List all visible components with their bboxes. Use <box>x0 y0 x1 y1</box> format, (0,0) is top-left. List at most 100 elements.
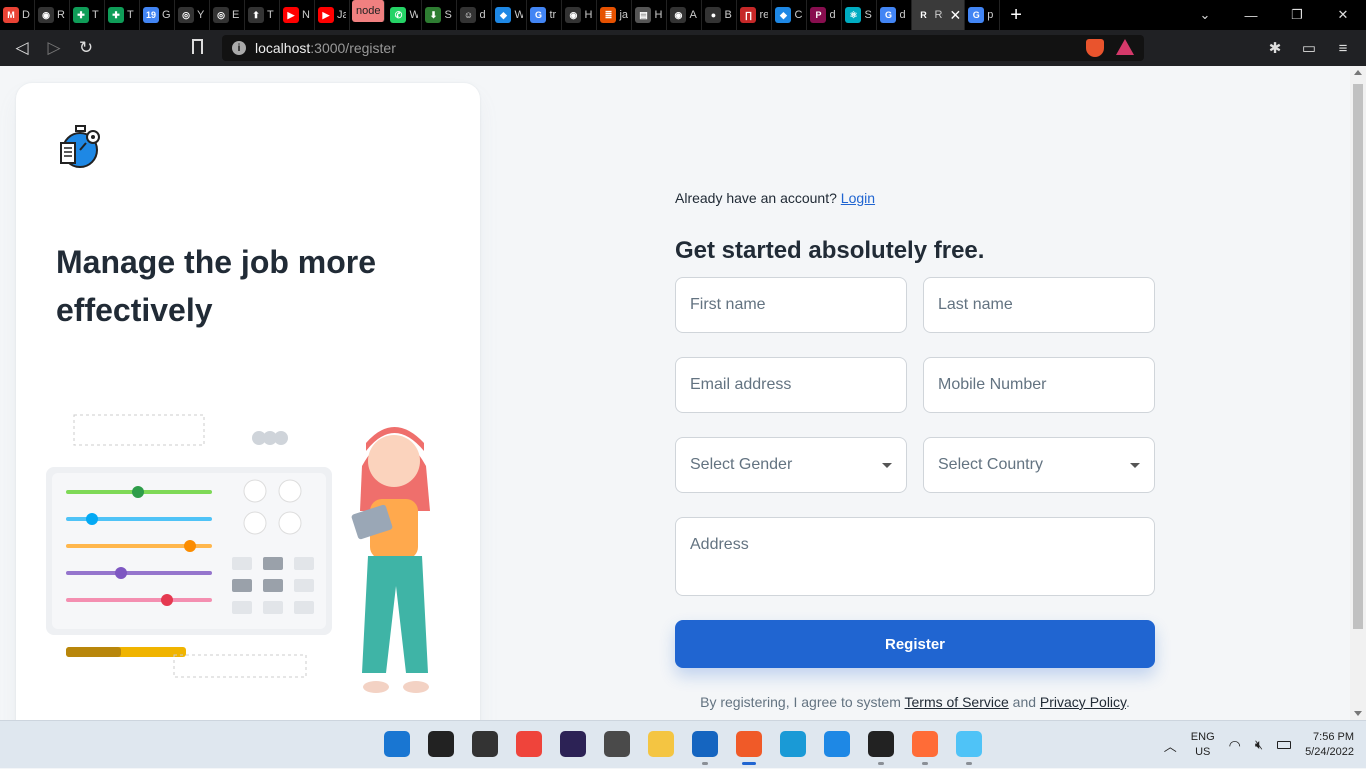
hero-illustration <box>46 414 430 693</box>
browser-tab[interactable]: ✚ T <box>105 0 140 30</box>
tab-title: d <box>479 9 486 21</box>
close-window-button[interactable]: ✕ <box>1320 0 1366 30</box>
browser-tab[interactable]: 19 G <box>140 0 175 30</box>
wifi-icon[interactable]: ◠ <box>1229 737 1241 754</box>
email-field[interactable]: Email address <box>675 357 907 413</box>
extensions-icon[interactable]: ✱ <box>1260 32 1290 64</box>
login-link[interactable]: Login <box>841 190 875 206</box>
tab-favicon-icon: ◉ <box>38 7 54 23</box>
page-scrollbar[interactable] <box>1350 66 1366 720</box>
mute-icon[interactable]: 🔇︎ <box>1255 737 1263 753</box>
browser-tab[interactable]: ● B <box>702 0 738 30</box>
hero-title: Manage the job more effectively <box>56 244 377 328</box>
file-explorer-icon[interactable] <box>648 731 674 757</box>
notepad-icon[interactable] <box>956 731 982 757</box>
tab-title: Re <box>934 9 943 21</box>
clock[interactable]: 7:56 PM 5/24/2022 <box>1305 730 1354 760</box>
browser-tab[interactable]: ◆ W <box>492 0 528 30</box>
chevron-up-icon[interactable]: ︿ <box>1164 736 1177 755</box>
address-bar[interactable]: i localhost:3000/register <box>222 35 1144 61</box>
tab-favicon-icon: ✚ <box>108 7 124 23</box>
forward-icon[interactable]: ▷ <box>38 32 70 64</box>
tab-favicon-icon: R <box>920 10 927 20</box>
anydesk-icon[interactable] <box>516 731 542 757</box>
browser-tab[interactable]: ⚛ S <box>842 0 878 30</box>
sublime-icon[interactable] <box>604 731 630 757</box>
menu-icon[interactable]: ≡ <box>1328 32 1358 64</box>
browser-tab[interactable]: ▤ H <box>632 0 668 30</box>
browser-tab[interactable]: R Re ✕ <box>912 0 966 30</box>
tab-favicon-icon: ◆ <box>775 7 792 23</box>
address-field[interactable]: Address <box>675 517 1155 596</box>
browser-tab[interactable]: ◆ C <box>772 0 808 30</box>
scroll-down-icon[interactable] <box>1354 711 1362 716</box>
browser-tab[interactable]: ⬆ T <box>245 0 280 30</box>
site-info-icon[interactable]: i <box>232 41 246 55</box>
bookmark-icon[interactable] <box>192 39 203 54</box>
first-name-field[interactable]: First name <box>675 277 907 333</box>
browser-tab[interactable]: ◉ R <box>35 0 70 30</box>
browser-tab[interactable]: Gtr <box>527 0 563 30</box>
gender-select[interactable]: Select Gender <box>675 437 907 493</box>
brave-icon[interactable] <box>736 731 762 757</box>
mobile-placeholder: Mobile Number <box>938 376 1047 393</box>
time: 7:56 PM <box>1313 731 1354 743</box>
store-icon[interactable] <box>692 731 718 757</box>
tab-title: d <box>829 9 836 21</box>
brave-rewards-icon[interactable] <box>1116 39 1134 55</box>
tab-title: H <box>584 9 593 21</box>
last-name-field[interactable]: Last name <box>923 277 1155 333</box>
reload-icon[interactable]: ↻ <box>70 32 102 64</box>
browser-tab[interactable]: node <box>352 0 386 22</box>
edge-icon[interactable] <box>780 731 806 757</box>
eclipse-icon[interactable] <box>560 731 586 757</box>
mobile-number-field[interactable]: Mobile Number <box>923 357 1155 413</box>
start-icon[interactable] <box>384 731 410 757</box>
tab-favicon-icon: G <box>530 7 547 23</box>
chain-icon <box>252 431 288 445</box>
browser-tab[interactable]: Gp <box>965 0 1001 30</box>
browser-tab[interactable]: Pd <box>807 0 843 30</box>
browser-tab[interactable]: ✚ T <box>70 0 105 30</box>
postman-icon[interactable] <box>912 731 938 757</box>
terms-of-service-link[interactable]: Terms of Service <box>905 694 1009 710</box>
terminal-icon[interactable] <box>868 731 894 757</box>
register-button[interactable]: Register <box>675 620 1155 668</box>
restore-button[interactable]: ❐ <box>1274 0 1320 30</box>
browser-tab[interactable]: ▶ Ja <box>315 0 350 30</box>
browser-tab[interactable]: Gd <box>877 0 913 30</box>
chevron-down-icon <box>1130 463 1140 468</box>
language-indicator[interactable]: ENG US <box>1191 730 1215 760</box>
tab-title: E <box>232 9 240 21</box>
browser-tab[interactable]: ✆ W <box>387 0 423 30</box>
brave-shield-icon[interactable] <box>1086 39 1104 57</box>
scroll-up-icon[interactable] <box>1354 70 1362 75</box>
country-select[interactable]: Select Country <box>923 437 1155 493</box>
tab-title: W <box>409 9 419 21</box>
wallet-icon[interactable]: ▭ <box>1294 32 1324 64</box>
task-view-icon[interactable] <box>472 731 498 757</box>
browser-tab[interactable]: ☺ d <box>457 0 493 30</box>
browser-tab[interactable]: ◎ Y <box>175 0 210 30</box>
tab-search-icon[interactable]: ⌄ <box>1182 0 1228 30</box>
browser-tab[interactable]: ◎ E <box>210 0 245 30</box>
browser-tab[interactable]: ◉ H <box>562 0 598 30</box>
search-icon[interactable] <box>428 731 454 757</box>
browser-tab[interactable]: ≣ ja <box>597 0 633 30</box>
browser-tab[interactable]: ∏ re <box>737 0 773 30</box>
browser-tab[interactable]: ◉ A <box>667 0 703 30</box>
page-content: Manage the job more effectively Already … <box>0 66 1350 720</box>
back-icon[interactable]: ◁ <box>6 32 38 64</box>
scroll-thumb[interactable] <box>1353 84 1363 629</box>
tab-title: D <box>22 9 30 21</box>
privacy-policy-link[interactable]: Privacy Policy <box>1040 694 1126 710</box>
browser-tab[interactable]: MD <box>0 0 35 30</box>
minimize-button[interactable]: — <box>1228 0 1274 30</box>
battery-icon[interactable] <box>1277 741 1292 749</box>
new-tab-button[interactable]: + <box>1010 4 1022 27</box>
terms-suffix: . <box>1126 694 1130 710</box>
close-tab-icon[interactable]: ✕ <box>949 7 961 24</box>
mail-icon[interactable] <box>824 731 850 757</box>
browser-tab[interactable]: ▶ N <box>280 0 315 30</box>
browser-tab[interactable]: ⬇ S <box>422 0 458 30</box>
